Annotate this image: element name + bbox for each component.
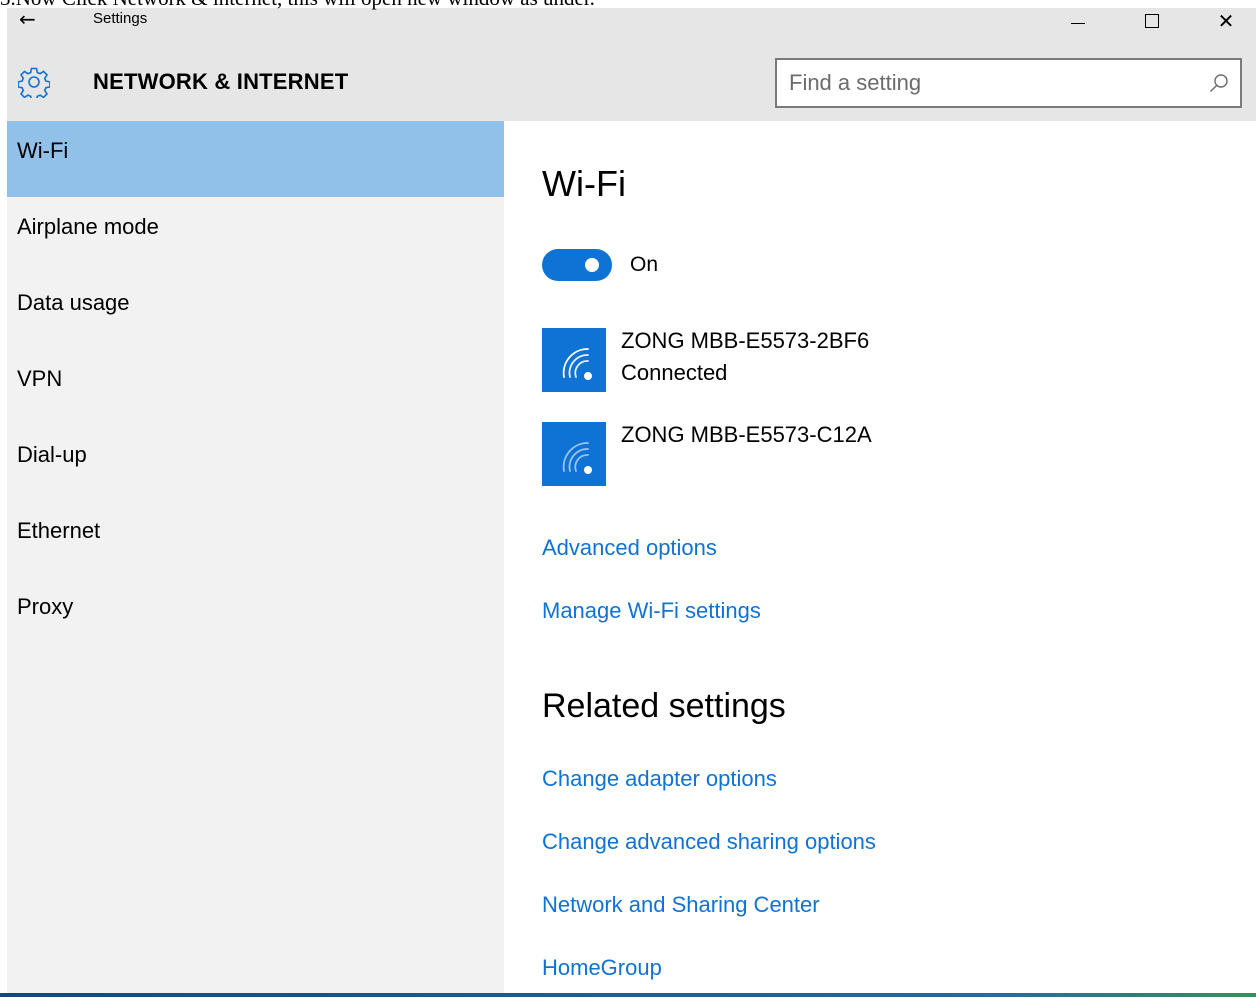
network-name: ZONG MBB-E5573-2BF6 — [621, 328, 870, 353]
document-caption: 3.Now Click Network & internet, this wil… — [0, 0, 1256, 10]
search-input[interactable] — [787, 60, 1187, 106]
network-item-2[interactable]: ZONG MBB-E5573-C12A — [542, 422, 1142, 488]
sidebar-item-airplane-mode[interactable]: Airplane mode — [7, 197, 504, 273]
gear-icon — [18, 67, 50, 98]
sidebar-item-ethernet[interactable]: Ethernet — [7, 501, 504, 577]
change-advanced-sharing-options-link[interactable]: Change advanced sharing options — [542, 829, 876, 855]
sidebar-item-label: VPN — [17, 366, 63, 391]
sidebar-item-label: Airplane mode — [17, 214, 159, 239]
network-and-sharing-center-link[interactable]: Network and Sharing Center — [542, 892, 820, 918]
sidebar-item-proxy[interactable]: Proxy — [7, 577, 504, 653]
sidebar-item-label: Ethernet — [17, 518, 101, 543]
sidebar-item-wifi[interactable]: Wi-Fi — [7, 121, 504, 197]
minimize-icon — [1071, 22, 1085, 24]
sidebar-item-label: Wi-Fi — [17, 138, 69, 163]
network-item-1[interactable]: ZONG MBB-E5573-2BF6 Connected — [542, 328, 1142, 394]
wifi-toggle[interactable] — [542, 249, 612, 281]
title-bar: ← Settings ✕ — [7, 8, 1256, 48]
wifi-signal-icon — [542, 422, 606, 486]
sidebar-item-dial-up[interactable]: Dial-up — [7, 425, 504, 501]
homegroup-link[interactable]: HomeGroup — [542, 955, 662, 981]
close-icon: ✕ — [1217, 9, 1235, 33]
network-status: Connected — [621, 360, 728, 385]
maximize-button[interactable] — [1129, 8, 1175, 34]
settings-header: NETWORK & INTERNET — [7, 48, 1256, 121]
sidebar-item-label: Data usage — [17, 290, 130, 315]
sidebar-item-label: Proxy — [17, 594, 74, 619]
advanced-options-link[interactable]: Advanced options — [542, 535, 717, 561]
change-adapter-options-link[interactable]: Change adapter options — [542, 766, 777, 792]
sidebar-item-label: Dial-up — [17, 442, 87, 467]
minimize-button[interactable] — [1055, 8, 1101, 34]
sidebar-item-vpn[interactable]: VPN — [7, 349, 504, 425]
wifi-toggle-label: On — [630, 253, 659, 276]
toggle-knob — [585, 258, 599, 272]
search-box[interactable] — [775, 58, 1242, 108]
related-settings-heading: Related settings — [542, 687, 786, 725]
back-arrow-icon[interactable]: ← — [19, 8, 59, 32]
sidebar-item-data-usage[interactable]: Data usage — [7, 273, 504, 349]
sidebar: Wi-Fi Airplane mode Data usage VPN Dial-… — [7, 121, 504, 993]
search-icon[interactable] — [1208, 72, 1230, 94]
close-button[interactable]: ✕ — [1203, 8, 1249, 34]
section-title: NETWORK & INTERNET — [93, 69, 349, 94]
wifi-signal-icon — [542, 328, 606, 392]
page-title: Wi-Fi — [542, 163, 626, 204]
network-name: ZONG MBB-E5573-C12A — [621, 422, 872, 447]
manage-wifi-settings-link[interactable]: Manage Wi-Fi settings — [542, 598, 761, 624]
settings-window: ← Settings ✕ NETWORK & INTERNET Find a s… — [7, 8, 1256, 993]
maximize-icon — [1145, 14, 1159, 28]
app-title: Settings — [93, 10, 148, 27]
taskbar-edge — [0, 993, 1256, 997]
